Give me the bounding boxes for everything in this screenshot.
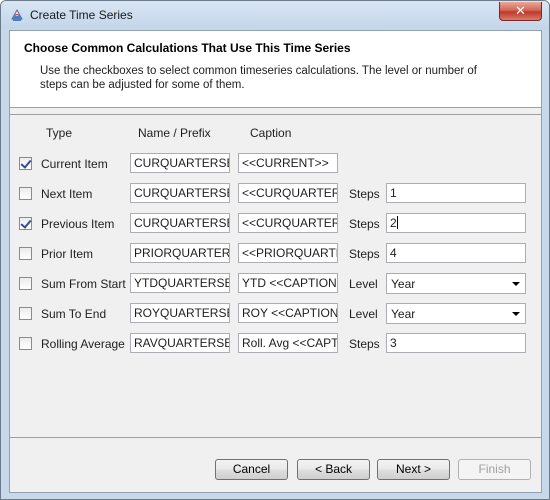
name-prefix-field[interactable]: PRIORQUARTERS — [130, 243, 230, 263]
app-icon — [11, 8, 23, 21]
steps-value: 2 — [390, 216, 397, 230]
checkbox-previous-item[interactable] — [19, 217, 32, 230]
steps-field[interactable]: 2 — [386, 213, 526, 233]
name-prefix-field[interactable]: RAVQUARTERSEL — [130, 333, 230, 353]
steps-label: Steps — [349, 247, 380, 261]
calculations-panel: Type Name / Prefix Caption Current Item … — [10, 114, 541, 438]
calc-row-sum-from-start: Sum From Start YTDQUARTERSEL YTD <<CAPTI… — [10, 272, 541, 296]
row-label: Prior Item — [41, 247, 94, 261]
row-label: Next Item — [41, 187, 93, 201]
steps-label: Steps — [349, 187, 380, 201]
steps-label: Steps — [349, 217, 380, 231]
caption-field[interactable]: Roll. Avg <<CAPTIO — [238, 333, 338, 353]
calc-row-next-item: Next Item CURQUARTERSEL <<CURQUARTERS St… — [10, 182, 541, 206]
chevron-down-icon — [512, 282, 520, 286]
text-caret — [396, 216, 398, 229]
level-label: Level — [349, 307, 378, 321]
row-label: Current Item — [41, 157, 108, 171]
title-bar[interactable]: Create Time Series ✕ — [1, 1, 549, 29]
column-header-caption: Caption — [250, 126, 292, 140]
finish-button[interactable]: Finish — [458, 459, 531, 480]
level-dropdown[interactable]: Year — [386, 303, 526, 324]
row-label: Rolling Average — [41, 337, 125, 351]
checkbox-sum-from-start[interactable] — [19, 277, 32, 290]
calc-row-rolling-average: Rolling Average RAVQUARTERSEL Roll. Avg … — [10, 332, 541, 356]
level-label: Level — [349, 277, 378, 291]
calc-row-prior-item: Prior Item PRIORQUARTERS <<PRIORQUARTEF … — [10, 242, 541, 266]
caption-field[interactable]: <<CURRENT>> — [238, 153, 338, 173]
row-label: Sum From Start — [41, 277, 126, 291]
wizard-header: Choose Common Calculations That Use This… — [10, 31, 541, 108]
caption-field[interactable]: YTD <<CAPTION>> — [238, 273, 338, 293]
level-value: Year — [391, 307, 416, 321]
close-icon: ✕ — [515, 3, 526, 18]
steps-field[interactable]: 3 — [386, 333, 526, 353]
name-prefix-field[interactable]: YTDQUARTERSEL — [130, 273, 230, 293]
caption-field[interactable]: <<CURQUARTERS — [238, 183, 338, 203]
calc-row-sum-to-end: Sum To End ROYQUARTERSEL ROY <<CAPTION>>… — [10, 302, 541, 326]
calc-row-current-item: Current Item CURQUARTERSEL <<CURRENT>> — [10, 152, 541, 176]
page-heading: Choose Common Calculations That Use This… — [24, 41, 351, 55]
caption-field[interactable]: ROY <<CAPTION>> — [238, 303, 338, 323]
chevron-down-icon — [512, 312, 520, 316]
cancel-button[interactable]: Cancel — [215, 459, 288, 480]
caption-field[interactable]: <<PRIORQUARTEF — [238, 243, 338, 263]
row-label: Sum To End — [41, 307, 107, 321]
caption-field[interactable]: <<CURQUARTERS — [238, 213, 338, 233]
checkbox-current-item[interactable] — [19, 157, 32, 170]
back-button[interactable]: < Back — [297, 459, 370, 480]
steps-field[interactable]: 4 — [386, 243, 526, 263]
window-title: Create Time Series — [30, 8, 133, 22]
level-value: Year — [391, 277, 416, 291]
column-header-type: Type — [46, 126, 73, 140]
wizard-client-area: Choose Common Calculations That Use This… — [9, 30, 542, 493]
calc-row-previous-item: Previous Item CURQUARTERSEL <<CURQUARTER… — [10, 212, 541, 236]
name-prefix-field[interactable]: CURQUARTERSEL — [130, 183, 230, 203]
row-label: Previous Item — [41, 217, 115, 231]
create-time-series-window: Create Time Series ✕ Choose Common Calcu… — [0, 0, 550, 500]
checkbox-prior-item[interactable] — [19, 247, 32, 260]
close-button[interactable]: ✕ — [499, 2, 542, 21]
next-button[interactable]: Next > — [377, 459, 450, 480]
steps-label: Steps — [349, 337, 380, 351]
level-dropdown[interactable]: Year — [386, 273, 526, 294]
name-prefix-field[interactable]: ROYQUARTERSEL — [130, 303, 230, 323]
checkbox-next-item[interactable] — [19, 187, 32, 200]
steps-field[interactable]: 1 — [386, 183, 526, 203]
page-description: Use the checkboxes to select common time… — [40, 65, 477, 91]
name-prefix-field[interactable]: CURQUARTERSEL — [130, 153, 230, 173]
checkbox-sum-to-end[interactable] — [19, 307, 32, 320]
column-header-name: Name / Prefix — [138, 126, 211, 140]
name-prefix-field[interactable]: CURQUARTERSEL — [130, 213, 230, 233]
checkbox-rolling-average[interactable] — [19, 337, 32, 350]
